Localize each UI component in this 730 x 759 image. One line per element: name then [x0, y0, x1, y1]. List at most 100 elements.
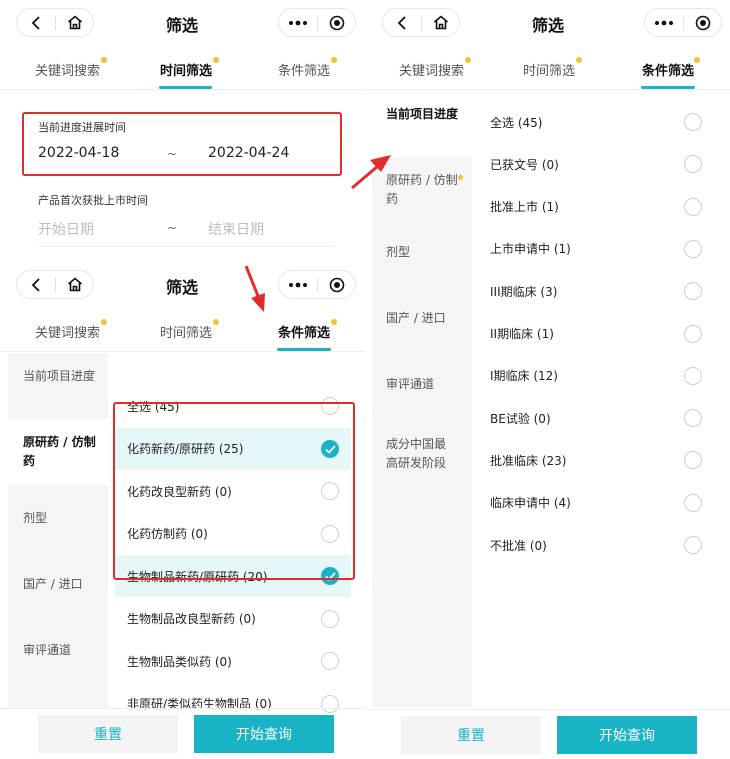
tab-keyword-search[interactable]: 关键词搜索: [35, 322, 100, 341]
option-row[interactable]: 批准临床 (23): [478, 439, 718, 481]
option-label: 全选 (45): [490, 115, 543, 130]
option-row[interactable]: 临床申请中 (4): [478, 482, 718, 524]
nav-capsule-right: [278, 270, 356, 299]
option-label: I期临床 (12): [490, 369, 558, 384]
option-row[interactable]: 生物制品改良型新药 (0): [115, 598, 351, 640]
unchecked-radio[interactable]: [321, 609, 339, 628]
more-dots-icon[interactable]: [279, 271, 317, 298]
tab-time-filter[interactable]: 时间筛选: [160, 322, 212, 341]
filter-tabs: 关键词搜索 时间筛选 条件筛选: [0, 46, 364, 90]
sidebar-item-label: 原研药 / 仿制药: [386, 173, 458, 206]
active-tab-indicator: [277, 348, 331, 351]
unchecked-radio[interactable]: [684, 493, 702, 512]
sidebar-item-label: 国产 / 进口: [23, 577, 83, 591]
sidebar-item-label: 剂型: [386, 245, 411, 259]
unchecked-radio[interactable]: [684, 239, 702, 258]
highlight-box: [113, 402, 355, 580]
sidebar-item-highest-stage[interactable]: 成分中国最高研发阶段: [372, 421, 472, 487]
category-sidebar: 当前项目进度 原研药 / 仿制药 剂型 国产 / 进口 审评通道: [8, 353, 108, 707]
option-row[interactable]: II期临床 (1): [478, 313, 718, 355]
option-row[interactable]: 批准上市 (1): [478, 186, 718, 228]
option-row[interactable]: 已获文号 (0): [478, 143, 718, 185]
approval-end-date[interactable]: 结束日期: [208, 219, 264, 239]
tab-condition-filter[interactable]: 条件筛选: [278, 322, 330, 341]
tab-notice-dot: [694, 57, 700, 63]
option-label: 生物制品改良型新药 (0): [127, 612, 256, 626]
search-button[interactable]: 开始查询: [194, 715, 334, 753]
unchecked-radio[interactable]: [684, 155, 702, 174]
target-icon[interactable]: [684, 9, 722, 36]
option-label: 非原研/类似药生物制品 (0): [127, 697, 272, 711]
search-button[interactable]: 开始查询: [557, 716, 697, 754]
tab-condition-filter[interactable]: 条件筛选: [642, 60, 694, 79]
nav-capsule-right: [644, 8, 722, 37]
option-label: BE试验 (0): [490, 411, 551, 426]
option-label: II期临床 (1): [490, 327, 554, 341]
date-separator: ~: [167, 147, 178, 161]
nav-header: 筛选: [366, 0, 730, 46]
category-sidebar: 当前项目进度 原研药 / 仿制药 剂型 国产 / 进口 审评通道 成分中国最高研…: [372, 91, 472, 707]
unchecked-radio[interactable]: [684, 113, 702, 131]
sidebar-item-label: 剂型: [23, 511, 48, 525]
sidebar-item-progress[interactable]: 当前项目进度: [8, 353, 108, 419]
tab-time-filter[interactable]: 时间筛选: [523, 60, 575, 79]
sidebar-item-drug-type[interactable]: 原研药 / 仿制药: [372, 157, 472, 223]
unchecked-radio[interactable]: [321, 694, 339, 713]
unchecked-radio[interactable]: [684, 536, 702, 554]
divider: [38, 246, 334, 247]
tab-condition-filter[interactable]: 条件筛选: [278, 60, 330, 79]
unchecked-radio[interactable]: [684, 366, 702, 385]
option-label: 临床申请中 (4): [490, 496, 571, 511]
option-row[interactable]: 上市申请中 (1): [478, 228, 718, 270]
sidebar-item-progress[interactable]: 当前项目进度: [372, 91, 472, 157]
progress-end-date[interactable]: 2022-04-24: [208, 145, 289, 161]
option-row[interactable]: I期临床 (12): [478, 355, 718, 397]
category-notice-dot: [458, 175, 463, 180]
option-row[interactable]: BE试验 (0): [478, 397, 718, 439]
tab-time-filter[interactable]: 时间筛选: [160, 60, 212, 79]
nav-header: 筛选: [0, 262, 364, 308]
nav-capsule-right: [278, 8, 356, 37]
sidebar-item-label: 审评通道: [386, 377, 435, 391]
target-icon[interactable]: [318, 9, 356, 36]
option-label: 生物制品类似药 (0): [127, 654, 232, 669]
sidebar-item-review-channel[interactable]: 审评通道: [372, 355, 472, 421]
unchecked-radio[interactable]: [684, 282, 702, 301]
sidebar-item-drug-type[interactable]: 原研药 / 仿制药: [8, 419, 108, 485]
option-label: 不批准 (0): [490, 538, 547, 553]
sidebar-item-review-channel[interactable]: 审评通道: [8, 617, 108, 683]
active-tab-indicator: [159, 86, 212, 89]
unchecked-radio[interactable]: [684, 451, 702, 470]
tab-keyword-search[interactable]: 关键词搜索: [35, 60, 100, 79]
reset-button[interactable]: 重置: [401, 716, 541, 754]
tab-keyword-search[interactable]: 关键词搜索: [399, 60, 464, 79]
tab-notice-dot: [331, 57, 337, 63]
option-label: 上市申请中 (1): [490, 242, 571, 257]
target-icon[interactable]: [318, 271, 356, 298]
more-dots-icon[interactable]: [645, 9, 683, 36]
option-row[interactable]: 生物制品类似药 (0): [115, 640, 351, 682]
option-row[interactable]: 不批准 (0): [478, 524, 718, 566]
sidebar-item-label: 当前项目进度: [386, 107, 459, 121]
tab-notice-dot: [101, 57, 107, 63]
unchecked-radio[interactable]: [321, 652, 339, 670]
sidebar-item-dosage-form[interactable]: 剂型: [8, 485, 108, 551]
sidebar-item-domestic-import[interactable]: 国产 / 进口: [8, 551, 108, 617]
option-row[interactable]: 全选 (45): [478, 101, 718, 143]
tab-notice-dot: [213, 319, 219, 325]
sidebar-item-label: 原研药 / 仿制药: [23, 435, 96, 468]
progress-time-label: 当前进度进展时间: [38, 121, 126, 134]
tab-notice-dot: [213, 57, 219, 63]
unchecked-radio[interactable]: [684, 197, 702, 216]
tab-notice-dot: [576, 57, 582, 63]
sidebar-item-domestic-import[interactable]: 国产 / 进口: [372, 289, 472, 355]
unchecked-radio[interactable]: [684, 324, 702, 343]
approval-time-label: 产品首次获批上市时间: [38, 194, 148, 207]
progress-start-date[interactable]: 2022-04-18: [38, 145, 119, 161]
option-row[interactable]: III期临床 (3): [478, 270, 718, 312]
reset-button[interactable]: 重置: [38, 715, 178, 753]
sidebar-item-dosage-form[interactable]: 剂型: [372, 223, 472, 289]
unchecked-radio[interactable]: [684, 409, 702, 428]
more-dots-icon[interactable]: [279, 9, 317, 36]
approval-start-date[interactable]: 开始日期: [38, 219, 94, 239]
